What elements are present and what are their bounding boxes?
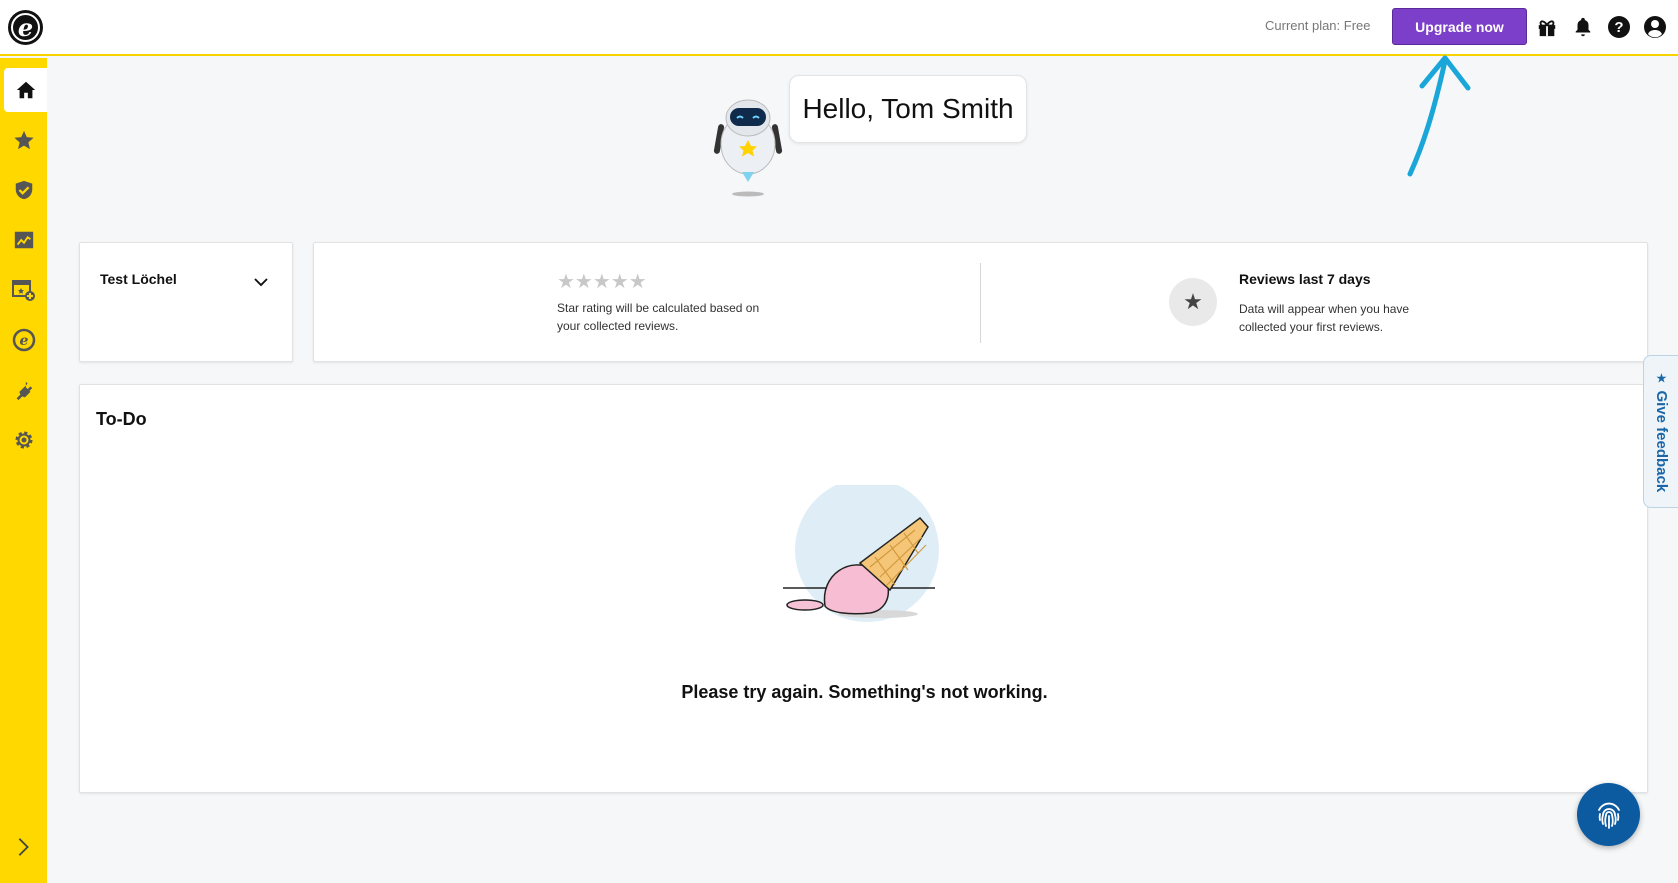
error-message: Please try again. Something's not workin… (681, 682, 1048, 702)
stats-divider (980, 263, 981, 343)
feedback-star-icon: ★ (1655, 371, 1668, 387)
sidebar-item-trustmark[interactable] (0, 168, 47, 212)
todo-card: To-Do Please try again. Something's not … (79, 384, 1648, 793)
home-icon (16, 81, 35, 99)
annotation-arrow-icon (1407, 55, 1471, 177)
feedback-label: Give feedback (1653, 390, 1670, 493)
fingerprint-button[interactable] (1577, 783, 1640, 846)
empty-star-rating: ★★★★★ (557, 269, 647, 293)
sidebar-item-add-page[interactable] (0, 268, 47, 312)
sidebar-item-reviews[interactable] (0, 118, 47, 162)
star-rating-description: Star rating will be calculated based on … (557, 301, 760, 333)
browser-add-icon (11, 280, 35, 301)
bell-icon[interactable] (1570, 14, 1596, 40)
sidebar-item-analytics[interactable] (0, 218, 47, 262)
sidebar-item-home[interactable] (4, 68, 47, 112)
etrusted-logo[interactable]: e (8, 10, 43, 45)
upgrade-now-button[interactable]: Upgrade now (1392, 8, 1527, 45)
feedback-label-wrap: ★ Give feedback (1644, 356, 1678, 509)
sidebar-item-integrations[interactable] (0, 368, 47, 412)
chart-icon (14, 231, 33, 249)
greeting-bubble: Hello, Tom Smith (789, 75, 1027, 143)
gift-icon[interactable] (1534, 14, 1560, 40)
svg-text:e: e (19, 333, 28, 349)
fingerprint-icon (1597, 802, 1620, 829)
reviews-description: Data will appear when you have collected… (1239, 302, 1410, 334)
sidebar-item-etrusted[interactable]: e (0, 318, 47, 362)
robot-mascot-icon (713, 99, 783, 197)
reviews-star-icon: ★ (1169, 278, 1217, 326)
expand-sidebar-icon[interactable] (12, 836, 34, 858)
plug-icon (16, 381, 32, 401)
svg-text:?: ? (1614, 19, 1623, 36)
account-icon[interactable] (1642, 14, 1668, 40)
current-plan-label: Current plan: Free (1265, 18, 1371, 33)
star-icon (13, 130, 34, 150)
todo-title: To-Do (96, 409, 147, 429)
reviews-last-7-days-title: Reviews last 7 days (1239, 271, 1371, 287)
e-logo-icon: e (12, 328, 35, 352)
sidebar: e (0, 58, 47, 883)
shield-check-icon (15, 180, 32, 200)
dropped-ice-cream-icon (783, 485, 939, 622)
gear-icon (15, 431, 32, 449)
logo-letter: e (17, 12, 34, 42)
help-icon[interactable]: ? (1606, 14, 1632, 40)
location-selector[interactable]: Test Löchel (79, 242, 293, 362)
stats-card: ★★★★★ Star rating will be calculated bas… (313, 242, 1648, 362)
give-feedback-tab[interactable]: ★ Give feedback (1643, 355, 1678, 508)
location-name: Test Löchel (100, 271, 177, 287)
sidebar-item-settings[interactable] (0, 418, 47, 462)
chevron-down-icon[interactable] (252, 273, 270, 291)
